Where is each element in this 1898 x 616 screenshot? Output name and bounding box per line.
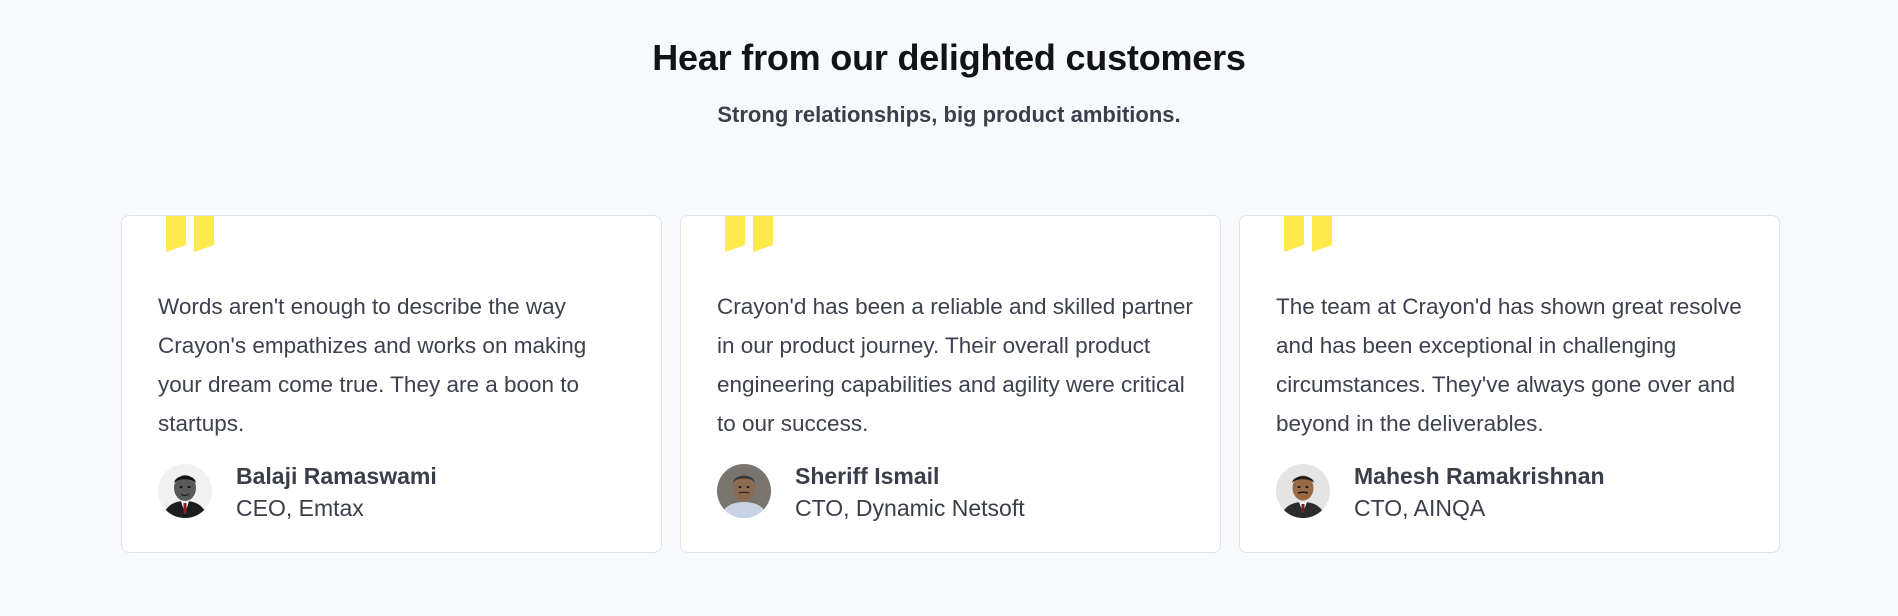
avatar <box>1276 464 1330 518</box>
section-title: Hear from our delighted customers <box>652 37 1246 78</box>
section-subtitle: Strong relationships, big product ambiti… <box>717 102 1181 127</box>
author-role: CTO, Dynamic Netsoft <box>795 495 1025 521</box>
quote-icon <box>1284 216 1334 252</box>
avatar <box>717 464 771 518</box>
testimonial-card-2: Crayon'd has been a reliable and skilled… <box>680 215 1221 553</box>
testimonial-quote: Crayon'd has been a reliable and skilled… <box>717 294 1193 436</box>
author-name: Mahesh Ramakrishnan <box>1354 463 1605 489</box>
author-name: Balaji Ramaswami <box>236 463 437 489</box>
quote-icon <box>725 216 775 252</box>
quote-icon <box>166 216 216 252</box>
testimonial-card-1: Words aren't enough to describe the way … <box>121 215 662 553</box>
testimonial-quote: The team at Crayon'd has shown great res… <box>1276 294 1742 436</box>
testimonial-card-3: The team at Crayon'd has shown great res… <box>1239 215 1780 553</box>
author-name: Sheriff Ismail <box>795 463 940 489</box>
author-role: CTO, AINQA <box>1354 495 1486 521</box>
avatar <box>158 464 212 518</box>
testimonial-quote: Words aren't enough to describe the way … <box>158 294 587 436</box>
author-role: CEO, Emtax <box>236 495 364 521</box>
